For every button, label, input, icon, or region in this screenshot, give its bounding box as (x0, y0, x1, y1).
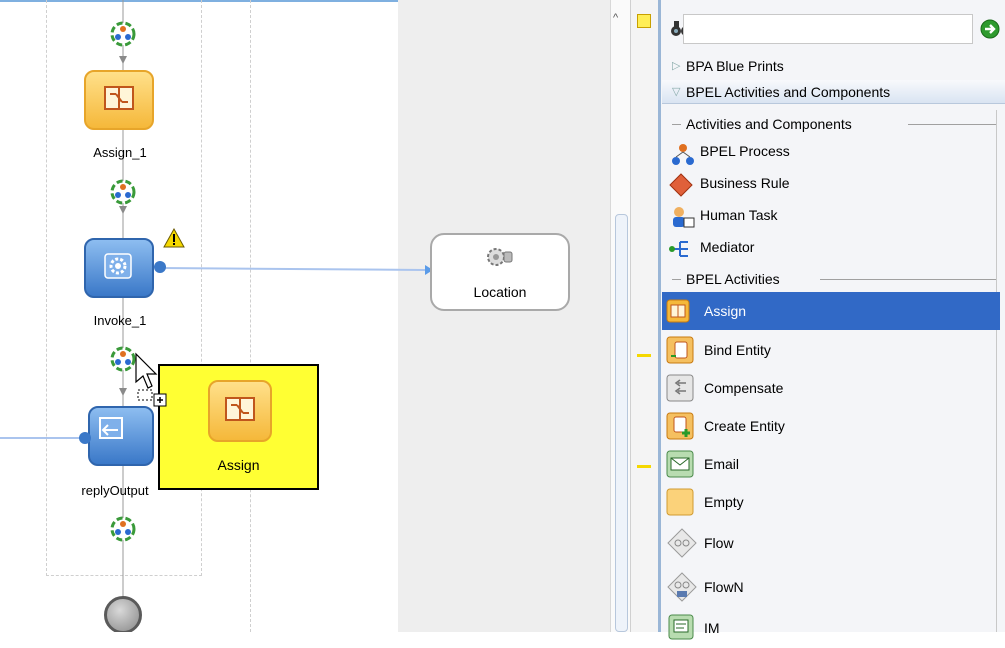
invoke-activity[interactable] (84, 238, 154, 298)
group-label: BPEL Activities (686, 271, 780, 287)
drop-connector-icon[interactable] (109, 515, 137, 543)
palette-item-assign[interactable]: Assign (662, 292, 1000, 330)
section-bpel-activities[interactable]: ▽ BPEL Activities and Components (662, 80, 1005, 104)
palette-item-label: Email (704, 456, 740, 472)
group-header-bpel-activities: BPEL Activities (668, 268, 998, 290)
palette-search-input[interactable] (683, 14, 973, 44)
section-bpa-blue-prints[interactable]: ▷ BPA Blue Prints (662, 54, 1005, 78)
palette-item-flow[interactable]: Flow (662, 523, 1000, 561)
palette-item-bind-entity[interactable]: Bind Entity (662, 331, 1000, 369)
section-label: BPEL Activities and Components (686, 84, 891, 100)
im-icon (668, 614, 694, 640)
palette-item-label: Flow (704, 535, 734, 551)
partner-link-location[interactable]: Location (430, 233, 570, 311)
palette-item-label: IM (704, 620, 720, 636)
palette-item-label: Bind Entity (704, 342, 771, 358)
email-icon (666, 450, 694, 478)
palette-item-create-entity[interactable]: Create Entity (662, 407, 1000, 445)
warning-marker[interactable] (637, 354, 651, 357)
overview-ruler (630, 0, 659, 632)
palette-item-label: Human Task (700, 207, 778, 223)
palette-item-label: Business Rule (700, 175, 790, 191)
invoke-gear-icon (104, 253, 132, 279)
drag-preview-label: Assign (217, 457, 260, 473)
warning-marker[interactable] (637, 465, 651, 468)
end-node-icon (104, 596, 142, 632)
palette-item-label: Empty (704, 494, 744, 510)
bpel-canvas[interactable]: Assign_1 Invoke_1 replyOutput Location A… (0, 0, 610, 632)
assign-icon (666, 299, 690, 323)
compensate-icon (666, 374, 694, 402)
assign-icon (104, 86, 134, 110)
warning-icon[interactable] (163, 228, 185, 248)
scroll-up-arrow-icon[interactable]: ^ (613, 12, 618, 24)
assign-activity[interactable] (84, 70, 154, 130)
bind-entity-icon (666, 336, 694, 364)
drag-preview: Assign (158, 364, 319, 490)
invoke-port[interactable] (154, 261, 166, 273)
flown-icon (667, 572, 697, 602)
palette-item-label: Compensate (704, 380, 784, 396)
mediator-icon (669, 241, 688, 257)
drop-connector-icon[interactable] (109, 178, 137, 206)
expand-arrow-icon: ▷ (672, 60, 681, 72)
palette-item-label: Mediator (700, 239, 755, 255)
section-label: BPA Blue Prints (686, 58, 784, 74)
palette-item-im[interactable]: IM (662, 610, 1000, 648)
drop-connector-icon[interactable] (109, 345, 137, 373)
service-gear-icon (487, 248, 513, 266)
reply-port[interactable] (79, 432, 91, 444)
palette-item-flown[interactable]: FlowN (662, 567, 1000, 605)
drop-connector-icon[interactable] (109, 20, 137, 48)
palette-item-label: Assign (704, 303, 747, 319)
drag-preview-tile (208, 380, 272, 442)
palette-item-email[interactable]: Email (662, 445, 1000, 483)
create-entity-icon (666, 412, 694, 440)
scrollbar-thumb[interactable] (615, 214, 628, 632)
reply-activity[interactable] (88, 406, 154, 466)
flow-icon (667, 528, 697, 558)
collapse-arrow-icon: ▽ (672, 86, 681, 98)
palette-item-label: Create Entity (704, 418, 785, 434)
human-task-icon (673, 207, 695, 228)
group-label: Activities and Components (686, 116, 852, 132)
activity-label: Assign_1 (93, 145, 147, 160)
activity-label: replyOutput (81, 483, 149, 498)
warning-marker[interactable] (637, 14, 651, 28)
activity-label: Invoke_1 (93, 313, 147, 328)
mouse-cursor-icon (135, 352, 167, 407)
group-header-activities-components: Activities and Components (668, 113, 998, 135)
bpel-process-icon (672, 144, 694, 165)
palette-item-compensate[interactable]: Compensate (662, 369, 1000, 407)
palette-item-label: BPEL Process (700, 143, 790, 159)
palette-item-label: FlowN (704, 579, 744, 595)
reply-icon (99, 417, 123, 439)
go-search-icon[interactable] (980, 19, 1000, 39)
palette-item-mediator[interactable]: Mediator (662, 232, 1000, 270)
partner-link-label: Location (473, 284, 527, 300)
empty-icon (666, 488, 694, 516)
palette-item-empty[interactable]: Empty (662, 483, 1000, 521)
assign-icon (225, 397, 255, 421)
business-rule-icon (669, 173, 693, 197)
